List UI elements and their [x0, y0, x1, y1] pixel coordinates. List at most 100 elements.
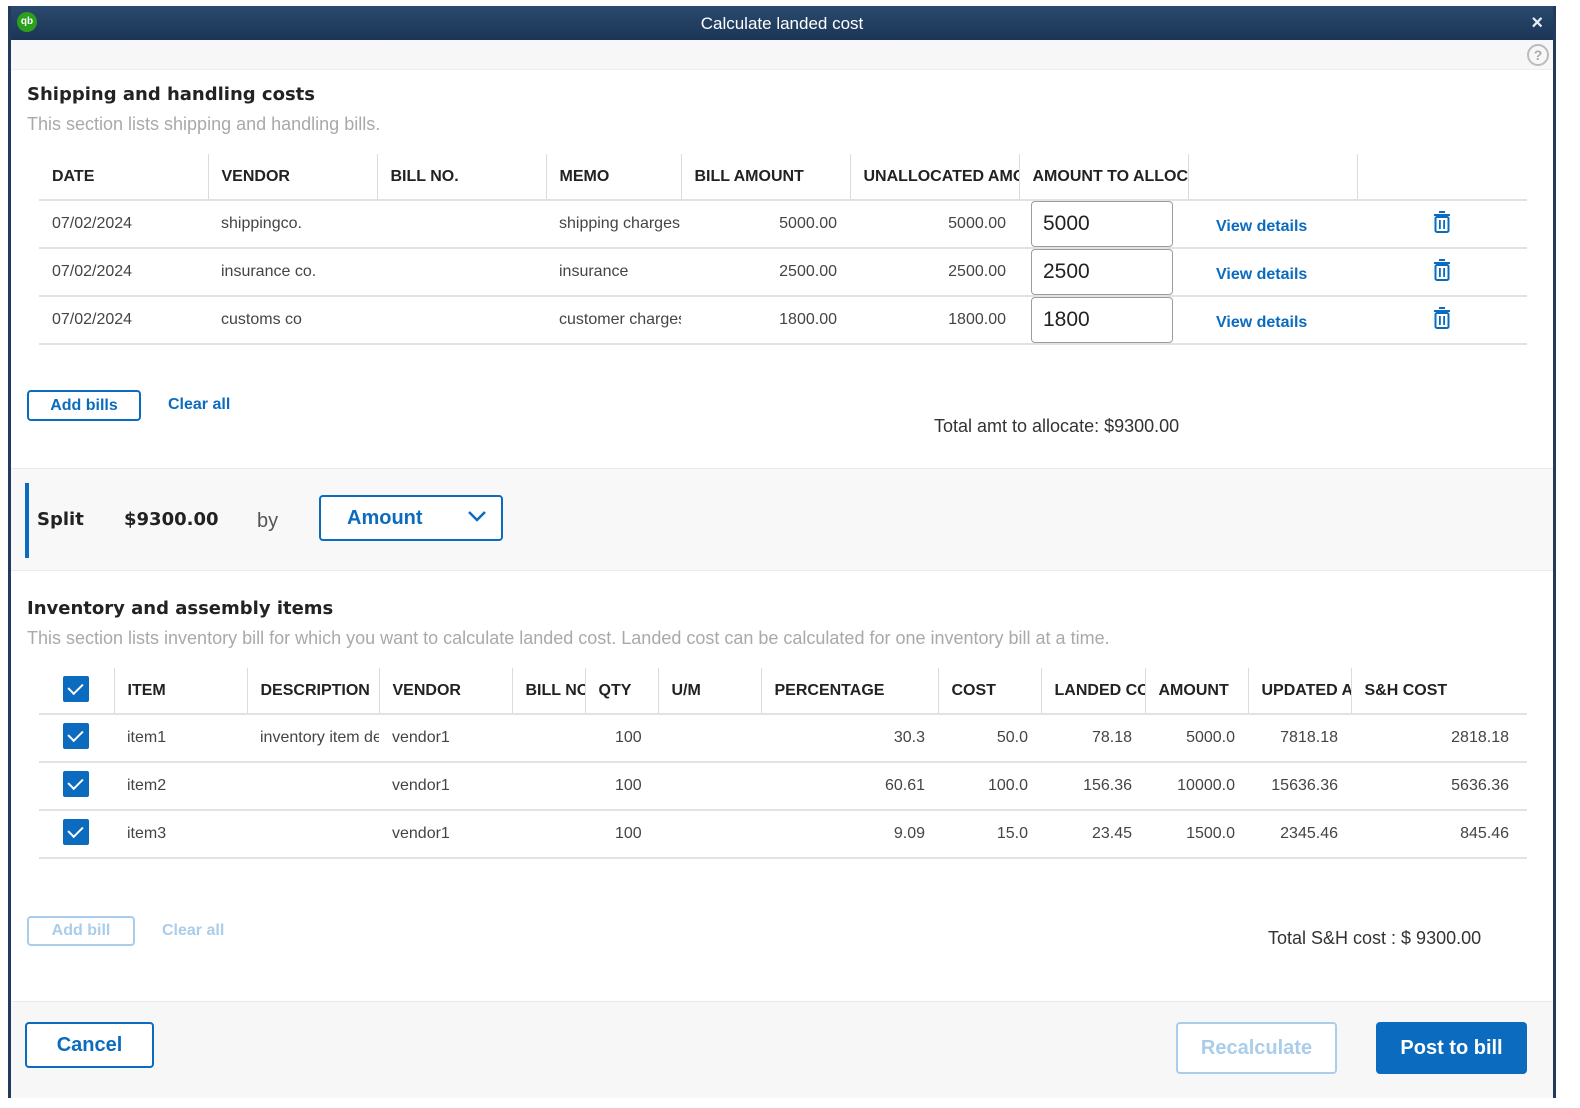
cell-description	[247, 809, 379, 859]
column-header-details	[1187, 154, 1357, 200]
cell-memo: shipping charges	[546, 199, 681, 248]
cell-item: item1	[114, 713, 247, 762]
cell-amount: 5000.0	[1145, 713, 1248, 762]
cancel-button[interactable]: Cancel	[25, 1022, 154, 1068]
cell-sh-cost: 5636.36	[1351, 761, 1527, 810]
cell-updated-amount: 2345.46	[1248, 809, 1351, 859]
column-header-item[interactable]: ITEM	[113, 668, 247, 714]
add-bills-button[interactable]: Add bills	[27, 390, 141, 421]
row-checkbox[interactable]	[63, 818, 89, 845]
window-title: Calculate landed cost	[700, 14, 864, 33]
row-checkbox[interactable]	[63, 770, 89, 797]
cell-vendor: customs co	[208, 295, 377, 345]
column-header-amount[interactable]: AMOUNT	[1144, 668, 1248, 714]
column-header-qty[interactable]: QTY	[584, 668, 658, 714]
cell-cost: 15.0	[938, 809, 1041, 859]
cell-qty: 100	[585, 713, 658, 762]
inventory-section-title: Inventory and assembly items	[27, 598, 334, 619]
clear-all-items-link[interactable]: Clear all	[162, 922, 224, 940]
cell-landed-cost: 78.18	[1041, 713, 1145, 762]
cell-bill-amount: 2500.00	[681, 247, 850, 296]
cell-bill-no	[377, 199, 546, 248]
cell-memo: insurance	[546, 247, 681, 296]
total-sh-cost: Total S&H cost : $ 9300.00	[1268, 928, 1482, 948]
column-header-select-all	[39, 668, 114, 714]
amount-to-allocate-input[interactable]	[1031, 250, 1173, 295]
cell-vendor: vendor1	[379, 713, 512, 762]
cell-percentage: 9.09	[761, 809, 938, 859]
cell-bill-no	[512, 761, 585, 810]
split-method-dropdown[interactable]: Amount	[319, 495, 503, 541]
table-row: item2 vendor1 100 60.61 100.0 156.36 100…	[39, 761, 1527, 810]
column-header-landed-cost[interactable]: LANDED COST	[1040, 668, 1145, 714]
column-header-bill-no[interactable]: BILL NO	[511, 668, 585, 714]
column-header-updated-amount[interactable]: UPDATED AMOUNT	[1247, 668, 1351, 714]
add-bill-button[interactable]: Add bill	[27, 916, 135, 946]
cell-bill-no	[512, 809, 585, 859]
column-header-percentage[interactable]: PERCENTAGE	[760, 668, 938, 714]
column-header-um[interactable]: U/M	[657, 668, 761, 714]
cell-view-details: View details	[1188, 247, 1357, 296]
trash-icon[interactable]	[1432, 258, 1452, 287]
cell-um	[658, 713, 761, 762]
select-all-checkbox[interactable]	[63, 676, 89, 702]
shipping-section-subtitle: This section lists shipping and handling…	[27, 114, 381, 134]
cell-item: item3	[114, 809, 247, 859]
column-header-bill-amount[interactable]: BILL AMOUNT	[680, 154, 850, 200]
view-details-link[interactable]: View details	[1216, 218, 1307, 235]
cell-vendor: shippingco.	[208, 199, 377, 248]
column-header-bill-no[interactable]: BILL NO.	[376, 154, 546, 200]
cell-delete	[1357, 199, 1527, 248]
column-header-amount-to-allocate[interactable]: AMOUNT TO ALLOCATE	[1018, 154, 1188, 200]
column-header-date[interactable]: DATE	[39, 154, 208, 200]
cell-sh-cost: 845.46	[1351, 809, 1527, 859]
table-row: 07/02/2024 shippingco. shipping charges …	[39, 199, 1527, 248]
clear-all-bills-link[interactable]: Clear all	[168, 396, 230, 414]
close-icon[interactable]: ×	[1531, 12, 1543, 35]
column-header-cost[interactable]: COST	[937, 668, 1041, 714]
cell-amount: 10000.0	[1145, 761, 1248, 810]
amount-to-allocate-input[interactable]	[1031, 298, 1173, 342]
trash-icon[interactable]	[1432, 306, 1452, 335]
cell-percentage: 30.3	[761, 713, 938, 762]
table-row: 07/02/2024 insurance co. insurance 2500.…	[39, 247, 1527, 296]
view-details-link[interactable]: View details	[1216, 266, 1307, 283]
column-header-vendor[interactable]: VENDOR	[207, 154, 377, 200]
column-header-sh-cost[interactable]: S&H COST	[1350, 668, 1527, 714]
column-header-description[interactable]: DESCRIPTION	[246, 668, 379, 714]
cell-cost: 100.0	[938, 761, 1041, 810]
table-row: 07/02/2024 customs co customer charges 1…	[39, 295, 1527, 345]
trash-icon[interactable]	[1432, 210, 1452, 239]
cell-unallocated-amount: 5000.00	[850, 199, 1019, 248]
cell-delete	[1357, 247, 1527, 296]
column-header-vendor[interactable]: VENDOR	[378, 668, 512, 714]
cell-cost: 50.0	[938, 713, 1041, 762]
cell-vendor: vendor1	[379, 761, 512, 810]
cell-percentage: 60.61	[761, 761, 938, 810]
column-header-unallocated-amount[interactable]: UNALLOCATED AMOUNT	[849, 154, 1019, 200]
inventory-section-subtitle: This section lists inventory bill for wh…	[27, 628, 1110, 648]
calculate-landed-cost-dialog: qb Calculate landed cost × ? Shipping an…	[8, 6, 1556, 1098]
cell-sh-cost: 2818.18	[1351, 713, 1527, 762]
cell-landed-cost: 23.45	[1041, 809, 1145, 859]
cell-date: 07/02/2024	[39, 199, 208, 248]
table-row: item1 inventory item description vendor1…	[39, 713, 1527, 762]
shipping-section-title: Shipping and handling costs	[27, 84, 315, 105]
cell-description	[247, 761, 379, 810]
cell-landed-cost: 156.36	[1041, 761, 1145, 810]
cell-description: inventory item description	[247, 713, 379, 762]
post-to-bill-button[interactable]: Post to bill	[1376, 1022, 1527, 1074]
cell-bill-no	[377, 295, 546, 345]
cell-memo: customer charges	[546, 295, 681, 345]
row-checkbox[interactable]	[63, 722, 89, 749]
dialog-footer: Cancel Recalculate Post to bill	[11, 1001, 1553, 1098]
help-bar: ?	[11, 40, 1553, 70]
amount-to-allocate-input[interactable]	[1031, 202, 1173, 247]
cell-unallocated-amount: 2500.00	[850, 247, 1019, 296]
cell-qty: 100	[585, 761, 658, 810]
recalculate-button[interactable]: Recalculate	[1176, 1022, 1337, 1074]
help-icon[interactable]: ?	[1527, 44, 1549, 66]
view-details-link[interactable]: View details	[1216, 314, 1307, 331]
cell-select	[39, 713, 114, 762]
column-header-memo[interactable]: MEMO	[545, 154, 681, 200]
